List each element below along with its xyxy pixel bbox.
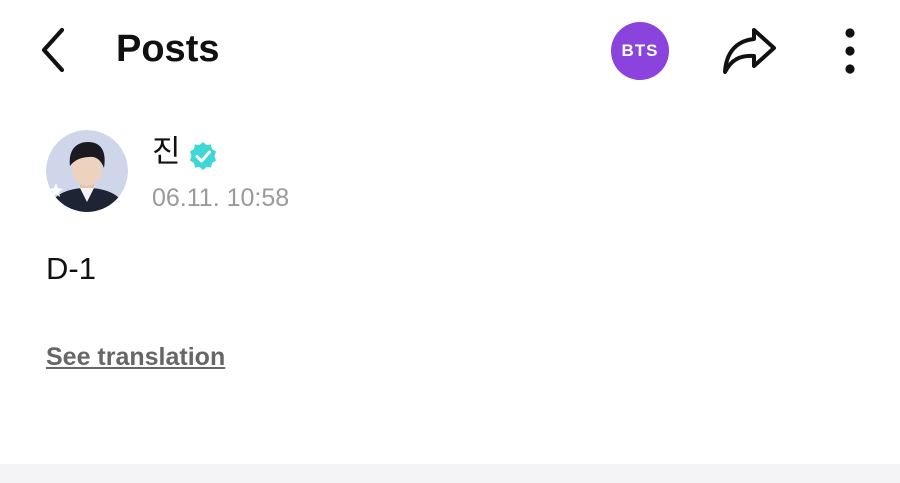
more-vertical-icon (845, 28, 855, 74)
more-options-button[interactable] (832, 24, 868, 78)
profile-avatar-icon (46, 130, 128, 212)
post-detail-screen: Posts BTS 진 06.11. 10:58 D-1 See transla… (0, 0, 900, 483)
community-badge-button[interactable]: BTS (611, 22, 669, 80)
top-app-bar: Posts BTS (0, 0, 900, 100)
verified-badge-icon (188, 141, 218, 171)
share-arrow-icon (723, 28, 776, 74)
community-badge-label: BTS (621, 41, 659, 60)
author-avatar[interactable] (46, 130, 128, 212)
post-body-text: D-1 (46, 251, 96, 286)
share-button[interactable] (718, 24, 780, 78)
post-timestamp: 06.11. 10:58 (152, 184, 290, 212)
section-divider (0, 464, 900, 483)
back-button[interactable] (30, 24, 80, 76)
chevron-left-icon (41, 27, 65, 73)
page-title: Posts (116, 28, 220, 70)
see-translation-link[interactable]: See translation (46, 340, 225, 374)
author-name[interactable]: 진 (152, 132, 181, 172)
